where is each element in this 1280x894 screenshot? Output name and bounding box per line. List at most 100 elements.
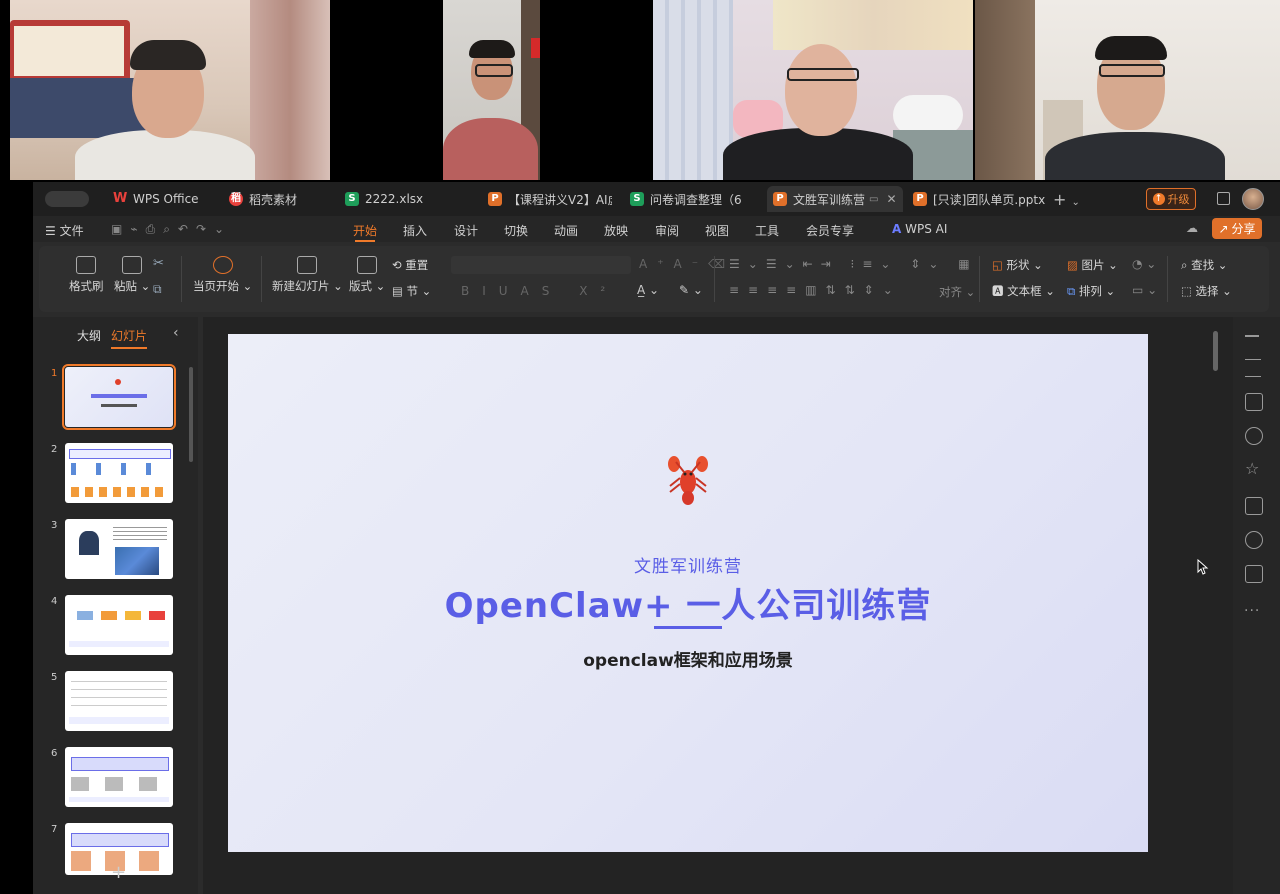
cloud-sync-icon[interactable]: ☁ [1186, 221, 1202, 235]
font-color-button[interactable]: A̲ ⌄ [637, 283, 659, 297]
history-icon[interactable] [1245, 531, 1263, 549]
thumb-title [91, 394, 147, 398]
reset-button[interactable]: ⟲ 重置 [392, 257, 428, 273]
find-button[interactable]: ⌕ 查找 ⌄ [1181, 257, 1227, 273]
print-preview-icon[interactable]: ⌕ [163, 222, 178, 236]
font-size-controls[interactable]: A⁺A⁻⌫ [639, 257, 735, 271]
window-controls[interactable] [45, 191, 89, 207]
align-button[interactable]: 对齐 ⌄ [939, 284, 975, 300]
slide-thumb-2[interactable] [65, 443, 173, 503]
start-from-current-button[interactable]: 当页开始 ⌄ [193, 256, 252, 294]
docer-icon: 稻 [229, 192, 243, 206]
slide-thumb-6[interactable] [65, 747, 173, 807]
new-tab-icon[interactable]: + ⌄ [1053, 190, 1080, 209]
tab-course-notes[interactable]: P 【课程讲义V2】AI虚 [488, 186, 612, 212]
format-painter-button[interactable]: 格式刷 [69, 256, 104, 294]
share-button[interactable]: ↗ 分享 [1212, 218, 1262, 239]
menu-tab-design[interactable]: 设计 [454, 222, 478, 239]
section-button[interactable]: ▤ 节 ⌄ [392, 283, 431, 299]
minimize-panel-icon[interactable] [1245, 335, 1259, 337]
select-button[interactable]: ⬚ 选择 ⌄ [1181, 283, 1232, 299]
close-tab-icon[interactable]: ✕ [886, 192, 896, 206]
menu-tab-animation[interactable]: 动画 [554, 222, 578, 239]
upgrade-button[interactable]: ↑ 升级 [1146, 188, 1196, 210]
ribbon-label: 文本框 [1007, 284, 1042, 298]
shape-edit-icon[interactable] [1245, 393, 1263, 411]
ribbon-label: 重置 [405, 258, 429, 272]
tab-wps-office[interactable]: W WPS Office [113, 186, 213, 212]
canvas-scrollbar[interactable] [1213, 331, 1218, 371]
outline-button[interactable]: ▭ ⌄ [1132, 283, 1157, 297]
slide-thumb-5[interactable] [65, 671, 173, 731]
tab-label: 2222.xlsx [365, 192, 424, 206]
tab-slides[interactable]: 幻灯片 [111, 327, 148, 349]
video-tile-1[interactable] [10, 0, 330, 180]
play-icon [212, 256, 233, 274]
arrange-button[interactable]: ⧉ 排列 ⌄ [1067, 283, 1115, 299]
paragraph-controls[interactable]: ☰⌄☰⌄⇤⇥ ⁝≡⌄ ⇕⌄ ▦ [729, 257, 978, 271]
menu-tab-review[interactable]: 审阅 [655, 222, 679, 239]
undo-icon[interactable]: ↶ [178, 222, 196, 236]
paste-button[interactable]: 粘贴 ⌄ [114, 256, 150, 294]
wps-logo-icon: W [113, 191, 128, 206]
tab-label: WPS Office [133, 192, 199, 206]
print-icon[interactable]: ⎙ [146, 222, 164, 236]
alignment-controls[interactable]: ≡≡≡≡▥⇅⇅⇕⌄ [729, 283, 902, 297]
menu-tab-slideshow[interactable]: 放映 [604, 222, 628, 239]
slide-thumb-4[interactable] [65, 595, 173, 655]
slide-number: 5 [51, 672, 58, 683]
tab-2222-xlsx[interactable]: S 2222.xlsx [345, 186, 455, 212]
text-format-controls[interactable]: BIUAS X² [461, 284, 618, 298]
current-slide[interactable]: 文胜军训练营 OpenClaw+ 一人公司训练营 openclaw框架和应用场景 [228, 334, 1148, 852]
share-link-icon[interactable]: ⌁ [130, 222, 145, 236]
layout-button[interactable]: 版式 ⌄ [349, 256, 385, 294]
menu-tab-insert[interactable]: 插入 [403, 222, 427, 239]
tab-survey[interactable]: S 问卷调查整理（6 [630, 186, 745, 212]
save-icon[interactable]: ▣ [111, 222, 130, 236]
copy-icon[interactable]: ⧉ [153, 282, 162, 297]
quick-access-toolbar[interactable]: ▣⌁⎙⌕↶↷⌄ [111, 222, 232, 237]
slides-icon: P [773, 192, 787, 206]
tab-bootcamp[interactable]: P 文胜军训练营 ▭ ✕ [767, 186, 903, 212]
slide-thumb-3[interactable] [65, 519, 173, 579]
more-dropdown-icon[interactable]: ⌄ [214, 222, 232, 236]
slide-thumb-1[interactable] [62, 364, 176, 430]
add-slide-button[interactable]: + [111, 862, 126, 883]
redo-icon[interactable]: ↷ [196, 222, 214, 236]
shape-button[interactable]: ◱ 形状 ⌄ [992, 257, 1043, 273]
highlight-button[interactable]: ✎ ⌄ [679, 283, 703, 297]
tab-docer[interactable]: 稻 稻壳素材 [229, 186, 329, 212]
collapse-panel-icon[interactable]: ‹ [173, 325, 179, 341]
tab-outline[interactable]: 大纲 [77, 327, 101, 344]
menu-tab-transition[interactable]: 切换 [504, 222, 528, 239]
menu-tab-tools[interactable]: 工具 [755, 222, 779, 239]
properties-icon[interactable] [1245, 359, 1261, 377]
window-restore-icon[interactable] [1217, 192, 1230, 205]
star-icon[interactable]: ☆ [1245, 459, 1259, 478]
slide-number: 7 [51, 824, 58, 835]
slide-title: OpenClaw+ 一人公司训练营 [444, 586, 932, 626]
font-name-select[interactable] [451, 256, 631, 274]
menu-tab-view[interactable]: 视图 [705, 222, 729, 239]
panel-scrollbar[interactable] [189, 367, 193, 462]
cut-icon[interactable]: ✂ [153, 256, 164, 271]
picture-button[interactable]: ▨ 图片 ⌄ [1067, 257, 1118, 273]
new-slide-button[interactable]: 新建幻灯片 ⌄ [272, 256, 343, 294]
video-tile-3[interactable] [653, 0, 973, 180]
fill-button[interactable]: ◔ ⌄ [1132, 257, 1156, 271]
video-tile-2[interactable] [443, 0, 540, 180]
more-options-icon[interactable]: ··· [1244, 603, 1260, 619]
slide-number: 2 [51, 444, 58, 455]
thumb-box [77, 611, 93, 620]
wps-ai-button[interactable]: A WPS AI [892, 222, 947, 236]
menu-tab-home[interactable]: 开始 [353, 222, 377, 242]
menu-tab-member[interactable]: 会员专享 [806, 222, 854, 239]
animation-icon[interactable] [1245, 497, 1263, 515]
tools-icon[interactable] [1245, 427, 1263, 445]
tab-team-page[interactable]: P [只读]团队单页.pptx [913, 186, 1053, 212]
video-tile-4[interactable] [975, 0, 1280, 180]
file-menu[interactable]: ☰ 文件 [45, 222, 84, 239]
copy-icon[interactable] [1245, 565, 1263, 583]
avatar[interactable] [1242, 188, 1264, 210]
textbox-button[interactable]: 🅰 文本框 ⌄ [992, 283, 1055, 299]
